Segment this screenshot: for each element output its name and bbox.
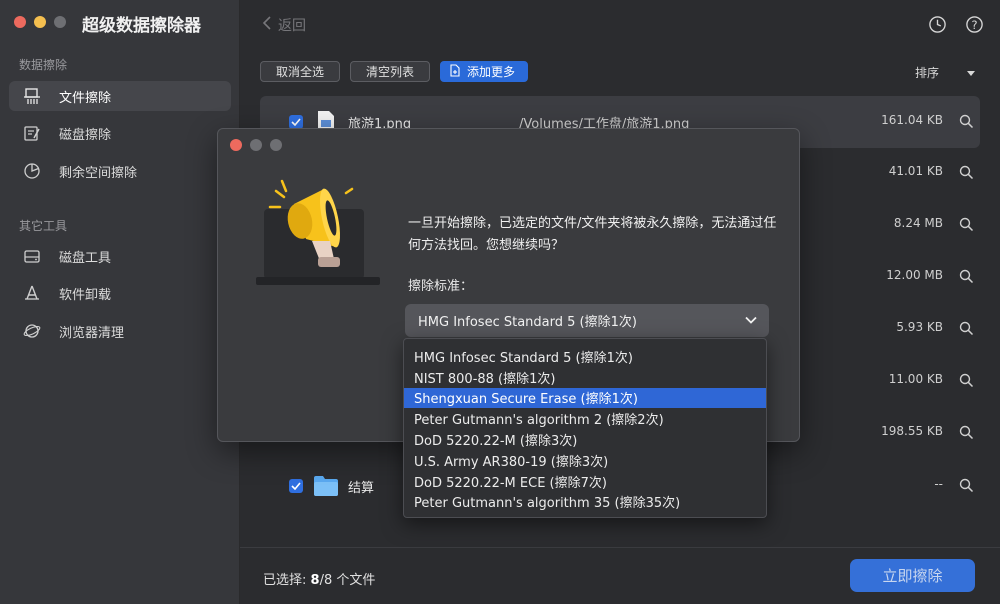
- file-size: 11.00 KB: [888, 372, 943, 386]
- sidebar-item-label: 软件卸载: [59, 287, 112, 303]
- file-shred-icon: [23, 87, 41, 105]
- dialog-zoom-button[interactable]: [270, 139, 282, 151]
- sidebar-item-label: 文件擦除: [59, 90, 112, 106]
- section-title-data-erase: 数据擦除: [19, 58, 68, 72]
- folder-icon: [313, 475, 339, 497]
- disk-tool-icon: [23, 247, 41, 265]
- sidebar-item-disk-tools[interactable]: 磁盘工具: [9, 241, 231, 271]
- sidebar-item-free-space-erase[interactable]: 剩余空间擦除: [9, 156, 231, 186]
- zoom-window-button[interactable]: [54, 16, 66, 28]
- sidebar-item-label: 浏览器清理: [59, 325, 125, 341]
- row-checkbox[interactable]: [289, 479, 303, 493]
- pie-chart-icon: [23, 162, 41, 180]
- sort-label: 排序: [914, 66, 939, 80]
- browser-clean-icon: [23, 322, 41, 340]
- selected-standard: HMG Infosec Standard 5 (擦除1次): [418, 315, 637, 330]
- clear-list-button[interactable]: 清空列表: [350, 61, 431, 82]
- file-size: 5.93 KB: [896, 320, 943, 334]
- sidebar-item-file-erase[interactable]: 文件擦除: [9, 81, 231, 111]
- dialog-window-controls: [230, 139, 282, 151]
- file-size: 12.00 MB: [886, 268, 943, 282]
- magnifier-icon[interactable]: [959, 478, 974, 493]
- bottom-bar: 已选择: 8/8 个文件 立即擦除: [240, 547, 1000, 604]
- file-size: 161.04 KB: [881, 113, 943, 127]
- dialog-close-button[interactable]: [230, 139, 242, 151]
- sidebar-item-label: 磁盘工具: [59, 250, 112, 266]
- close-window-button[interactable]: [14, 16, 26, 28]
- window-controls: [14, 16, 66, 28]
- menu-item[interactable]: NIST 800-88 (擦除1次): [404, 367, 766, 388]
- dialog-minimize-button[interactable]: [250, 139, 262, 151]
- magnifier-icon[interactable]: [959, 114, 974, 129]
- help-icon[interactable]: ?: [965, 15, 984, 34]
- add-more-label: 添加更多: [467, 65, 516, 79]
- magnifier-icon[interactable]: [959, 373, 974, 388]
- svg-text:?: ?: [971, 18, 977, 32]
- sidebar-item-label: 磁盘擦除: [59, 127, 112, 143]
- selection-count: 8: [310, 573, 320, 588]
- file-size: 8.24 MB: [893, 216, 943, 230]
- magnifier-icon[interactable]: [959, 321, 974, 336]
- caret-down-icon: [967, 66, 975, 80]
- sidebar-item-app-uninstall[interactable]: 软件卸载: [9, 278, 231, 308]
- back-label: 返回: [278, 18, 306, 34]
- file-size: 198.55 KB: [881, 424, 943, 438]
- megaphone-illustration: [254, 169, 384, 294]
- file-name: 结算: [348, 481, 375, 496]
- menu-item[interactable]: HMG Infosec Standard 5 (擦除1次): [404, 346, 766, 367]
- magnifier-icon[interactable]: [959, 269, 974, 284]
- sidebar: 超级数据擦除器 数据擦除 文件擦除 磁盘擦除 剩余空间擦除 其它工具 磁盘工具 …: [0, 0, 240, 604]
- menu-item-highlighted[interactable]: Shengxuan Secure Erase (擦除1次): [404, 387, 766, 409]
- chevron-left-icon: [262, 16, 272, 34]
- disk-erase-icon: [23, 124, 41, 142]
- sidebar-item-disk-erase[interactable]: 磁盘擦除: [9, 118, 231, 148]
- chevron-down-icon: [745, 314, 757, 326]
- back-button[interactable]: 返回: [262, 15, 306, 35]
- erase-standard-label: 擦除标准：: [408, 279, 474, 294]
- app-title: 超级数据擦除器: [82, 16, 201, 36]
- menu-item[interactable]: U.S. Army AR380-19 (擦除3次): [404, 450, 766, 471]
- clock-icon[interactable]: [928, 15, 947, 34]
- menu-item[interactable]: Peter Gutmann's algorithm 35 (擦除35次): [404, 492, 766, 513]
- magnifier-icon[interactable]: [959, 165, 974, 180]
- toolbar: 取消全选 清空列表 添加更多: [260, 61, 529, 82]
- selection-prefix: 已选择:: [263, 573, 311, 588]
- app-uninstall-icon: [23, 284, 41, 302]
- erase-now-button[interactable]: 立即擦除: [850, 559, 975, 592]
- menu-item[interactable]: Peter Gutmann's algorithm 2 (擦除2次): [404, 408, 766, 429]
- sort-dropdown[interactable]: 排序: [915, 64, 975, 81]
- erase-standard-select[interactable]: HMG Infosec Standard 5 (擦除1次): [405, 304, 769, 337]
- section-title-other-tools: 其它工具: [19, 219, 68, 233]
- magnifier-icon[interactable]: [959, 217, 974, 232]
- add-file-icon: [449, 63, 461, 80]
- add-more-button[interactable]: 添加更多: [440, 61, 529, 82]
- menu-item[interactable]: DoD 5220.22-M (擦除3次): [404, 429, 766, 450]
- erase-standard-menu: HMG Infosec Standard 5 (擦除1次) NIST 800-8…: [403, 338, 767, 518]
- deselect-all-button[interactable]: 取消全选: [260, 61, 341, 82]
- warning-message: 一旦开始擦除，已选定的文件/文件夹将被永久擦除，无法通过任何方法找回。您想继续吗…: [408, 216, 777, 253]
- file-size: 41.01 KB: [888, 164, 943, 178]
- minimize-window-button[interactable]: [34, 16, 46, 28]
- selection-suffix: /8 个文件: [319, 573, 376, 588]
- sidebar-item-browser-clean[interactable]: 浏览器清理: [9, 316, 231, 346]
- selection-info: 已选择: 8/8 个文件: [263, 569, 375, 588]
- sidebar-item-label: 剩余空间擦除: [59, 165, 138, 181]
- file-size: --: [934, 477, 943, 491]
- magnifier-icon[interactable]: [959, 425, 974, 440]
- row-checkbox[interactable]: [289, 115, 303, 129]
- menu-item[interactable]: DoD 5220.22-M ECE (擦除7次): [404, 471, 766, 492]
